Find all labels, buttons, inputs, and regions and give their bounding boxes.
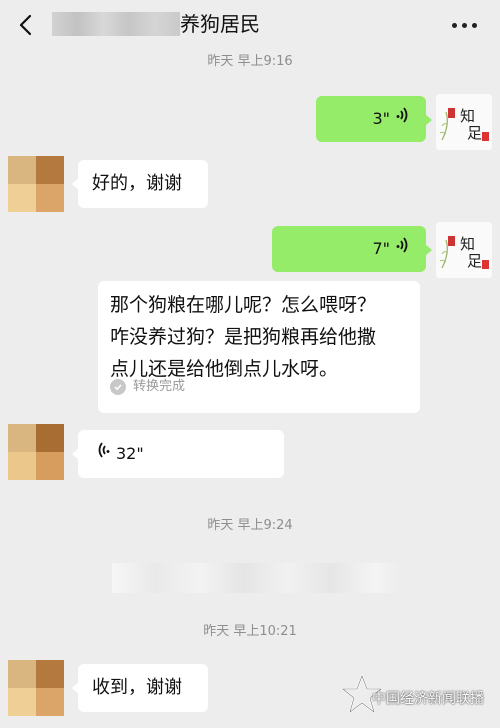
back-arrow-icon[interactable] <box>10 10 40 40</box>
svg-text:足: 足 <box>467 252 482 270</box>
voice-duration: 7" <box>372 239 390 258</box>
chat-title: 养狗居民 <box>180 12 260 36</box>
self-avatar[interactable]: 知 足 <box>436 94 492 150</box>
voice-duration: 3" <box>372 109 390 128</box>
contact-avatar[interactable] <box>8 660 64 716</box>
voice-transcript-card[interactable]: 那个狗粮在哪儿呢？怎么喂呀？ 咋没养过狗？是把狗粮再给他撒 点儿还是给他倒点儿水… <box>98 281 420 413</box>
text-message-incoming[interactable]: 收到，谢谢 <box>72 664 208 712</box>
message-text: 收到，谢谢 <box>92 677 182 698</box>
voice-wave-icon <box>96 441 110 467</box>
voice-message-outgoing[interactable]: 7" <box>272 226 432 272</box>
contact-avatar[interactable] <box>8 424 64 480</box>
voice-duration: 32" <box>116 444 144 463</box>
voice-message-incoming[interactable]: 32" <box>72 430 284 478</box>
avatar-calligraphy-1: 知 <box>460 107 475 125</box>
watermark-logo: 中国经济新闻联播 <box>342 668 494 724</box>
watermark-text: 中国经济新闻联播 <box>372 691 484 707</box>
voice-wave-icon <box>396 236 410 262</box>
avatar-calligraphy-2: 足 <box>467 124 482 142</box>
blurred-system-message <box>112 563 404 593</box>
transcript-line: 咋没养过狗？是把狗粮再给他撒 <box>110 326 377 348</box>
svg-text:知: 知 <box>460 235 475 253</box>
contact-avatar[interactable] <box>8 156 64 212</box>
message-text: 好的，谢谢 <box>92 173 182 194</box>
convert-status: 转换完成 <box>110 371 185 403</box>
voice-message-outgoing[interactable]: 3" <box>316 96 432 142</box>
transcript-line: 那个狗粮在哪儿呢？怎么喂呀？ <box>110 294 377 316</box>
timestamp: 昨天 早上9:24 <box>207 518 293 533</box>
convert-status-text: 转换完成 <box>133 379 186 394</box>
timestamp: 昨天 早上10:21 <box>203 624 297 639</box>
voice-wave-icon <box>396 106 410 132</box>
timestamp: 昨天 早上9:16 <box>207 54 293 69</box>
blurred-title-prefix <box>52 12 180 36</box>
check-icon <box>110 379 126 395</box>
text-message-incoming[interactable]: 好的，谢谢 <box>72 160 208 208</box>
chat-header: 养狗居民 <box>0 0 500 52</box>
more-dots-icon[interactable] <box>446 12 482 38</box>
self-avatar[interactable]: 知 足 <box>436 222 492 278</box>
